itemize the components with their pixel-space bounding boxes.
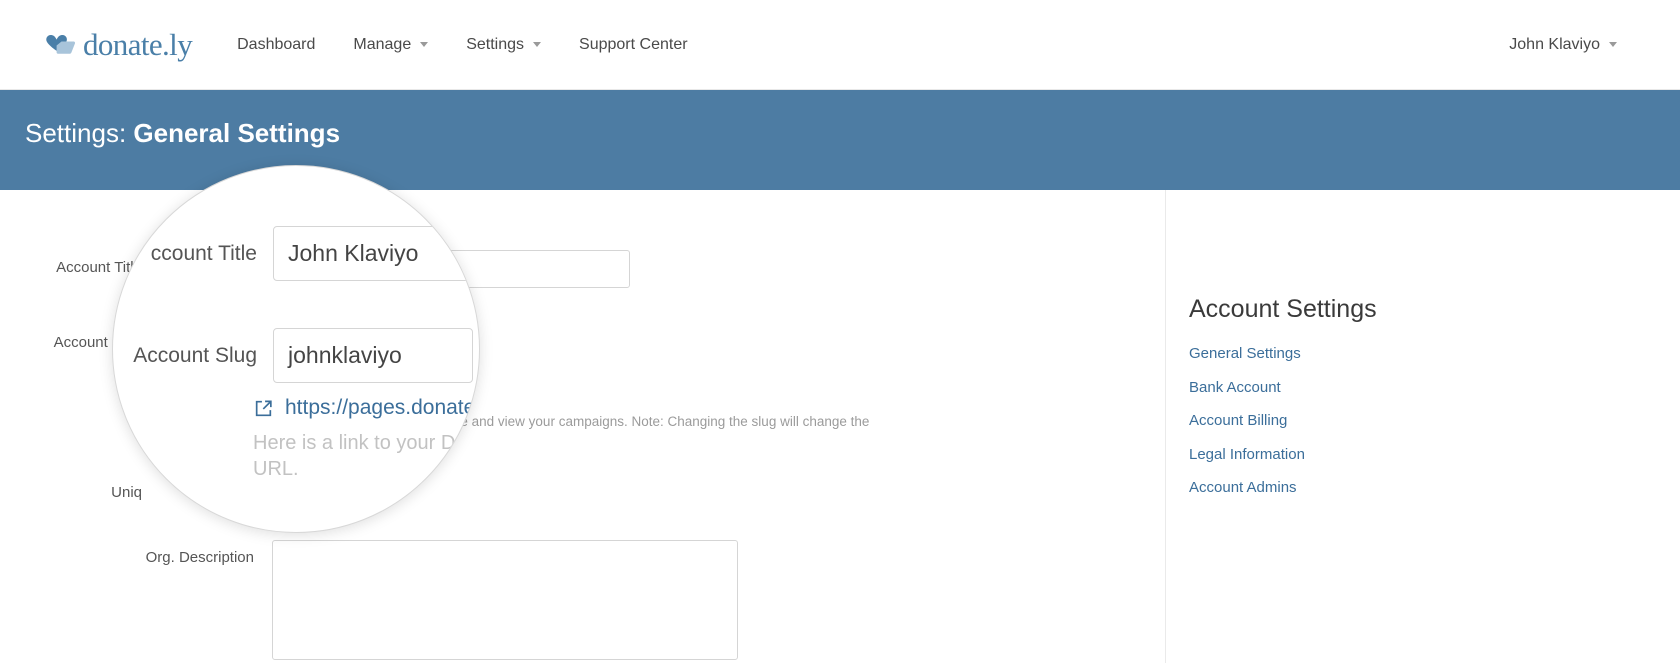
sidebar-item-account-billing[interactable]: Account Billing (1189, 412, 1589, 429)
sidebar-link-list: General Settings Bank Account Account Bi… (1189, 345, 1589, 513)
nav-label-settings: Settings (466, 35, 525, 53)
chevron-down-icon (533, 42, 542, 47)
magnified-label-account-slug: Account Slug (133, 344, 257, 367)
sidebar-item-legal-information[interactable]: Legal Information (1189, 446, 1589, 463)
magnified-help-note: Here is a link to your D URL. (253, 431, 479, 482)
nav-links: Dashboard Manage Settings Support Center (218, 0, 706, 89)
nav-item-support-center[interactable]: Support Center (560, 0, 707, 89)
account-settings-sidebar: Account Settings General Settings Bank A… (1166, 190, 1680, 663)
magnified-link-text: https://pages.donatel (285, 396, 480, 419)
nav-item-manage[interactable]: Manage (334, 0, 447, 89)
magnified-note-line-1: Here is a link to your D (253, 432, 456, 454)
brand-name: donate.ly (83, 26, 193, 62)
user-menu[interactable]: John Klaviyo (1490, 0, 1636, 89)
magnified-public-page-link[interactable]: https://pages.donatel (253, 396, 480, 420)
nav-item-dashboard[interactable]: Dashboard (218, 0, 334, 89)
org-description-textarea[interactable] (272, 540, 738, 660)
content-divider (1165, 190, 1166, 663)
sidebar-label-bank-account: Bank Account (1189, 378, 1281, 396)
magnified-account-title-input[interactable]: John Klaviyo (273, 226, 473, 281)
magnified-label-account-title: ccount Title (150, 242, 257, 265)
chevron-down-icon (420, 42, 429, 47)
navbar-right: John Klaviyo (1490, 0, 1636, 89)
sidebar-label-account-billing: Account Billing (1189, 412, 1288, 429)
sidebar-item-general-settings[interactable]: General Settings (1189, 345, 1589, 362)
page-title-main: General Settings (133, 118, 341, 148)
page-root: donate.ly Dashboard Manage Settings Supp… (0, 0, 1680, 663)
magnified-row-account-title: ccount Title John Klaviyo (113, 226, 473, 281)
sidebar-item-account-admins[interactable]: Account Admins (1189, 479, 1589, 496)
top-navbar: donate.ly Dashboard Manage Settings Supp… (0, 0, 1680, 90)
magnifier-lens: ccount Title John Klaviyo Account Slug j… (112, 165, 480, 533)
sidebar-label-legal-information: Legal Information (1189, 445, 1305, 463)
heart-hand-icon (44, 32, 76, 58)
user-menu-label: John Klaviyo (1509, 35, 1600, 53)
sidebar-title: Account Settings (1189, 295, 1377, 323)
sidebar-label-account-admins: Account Admins (1189, 479, 1297, 496)
chevron-down-icon (1609, 42, 1617, 47)
magnified-row-account-slug: Account Slug johnklaviyo (113, 328, 473, 383)
nav-label-manage: Manage (353, 35, 412, 53)
field-row-org-description: Org. Description (0, 540, 738, 660)
label-org-description: Org. Description (145, 549, 254, 566)
nav-label-dashboard: Dashboard (237, 35, 316, 53)
sidebar-label-general-settings: General Settings (1189, 345, 1301, 362)
magnified-note-line-2: URL. (253, 457, 299, 480)
magnified-account-slug-value: johnklaviyo (288, 342, 402, 368)
external-link-icon (253, 398, 274, 419)
nav-label-support-center: Support Center (579, 35, 688, 53)
sidebar-item-bank-account[interactable]: Bank Account (1189, 379, 1589, 396)
brand-logo[interactable]: donate.ly (44, 26, 193, 63)
page-title-prefix: Settings: (25, 118, 134, 148)
magnifier-content: ccount Title John Klaviyo Account Slug j… (113, 166, 480, 532)
page-title: Settings: General Settings (25, 118, 340, 149)
magnified-account-slug-input[interactable]: johnklaviyo (273, 328, 473, 383)
magnified-account-title-value: John Klaviyo (288, 240, 419, 266)
nav-item-settings[interactable]: Settings (447, 0, 560, 89)
